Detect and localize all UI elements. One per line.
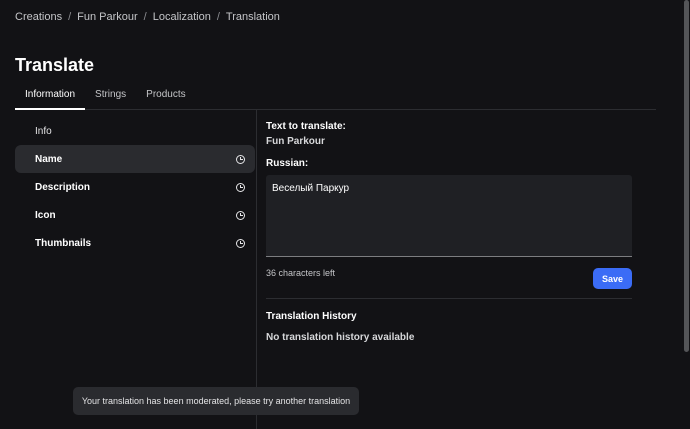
sidebar-item-label: Thumbnails: [35, 237, 92, 249]
sidebar-item-thumbnails[interactable]: Thumbnails: [15, 229, 255, 257]
breadcrumb-localization[interactable]: Localization: [153, 11, 211, 23]
breadcrumb: Creations / Fun Parkour / Localization /…: [15, 11, 280, 23]
save-button[interactable]: Save: [593, 268, 632, 289]
tab-strings[interactable]: Strings: [85, 84, 136, 110]
toast-message: Your translation has been moderated, ple…: [81, 396, 351, 406]
characters-left: 36 characters left: [266, 268, 336, 278]
sidebar-item-label: Description: [35, 181, 91, 193]
sidebar-item-icon[interactable]: Icon: [15, 201, 255, 229]
sidebar-item-description[interactable]: Description: [15, 173, 255, 201]
breadcrumb-separator: /: [216, 11, 220, 23]
sidebar-item-info[interactable]: Info: [15, 117, 255, 145]
breadcrumb-creations[interactable]: Creations: [15, 11, 62, 23]
clock-icon: [236, 154, 245, 164]
translation-input[interactable]: Веселый Паркур: [266, 175, 632, 257]
history-empty-message: No translation history available: [266, 332, 415, 343]
breadcrumb-translation: Translation: [225, 11, 280, 23]
sidebar-item-label: Info: [35, 125, 52, 137]
sidebar-item-label: Name: [35, 153, 63, 165]
input-footer: 36 characters left Save: [266, 268, 632, 289]
breadcrumb-separator: /: [143, 11, 147, 23]
translate-panel: Text to translate: Fun Parkour Russian: …: [266, 121, 632, 343]
sidebar: Info Name Description Icon Thumbnails: [15, 117, 255, 257]
panel-divider: [256, 110, 257, 429]
toast-notification: Your translation has been moderated, ple…: [73, 387, 359, 415]
breadcrumb-fun-parkour[interactable]: Fun Parkour: [77, 11, 138, 23]
source-value: Fun Parkour: [266, 136, 325, 147]
clock-icon: [236, 238, 245, 248]
source-label: Text to translate:: [266, 121, 346, 132]
breadcrumb-separator: /: [68, 11, 72, 23]
page-title: Translate: [15, 55, 95, 75]
target-language-label: Russian:: [266, 158, 309, 169]
history-title: Translation History: [266, 311, 357, 322]
clock-icon: [236, 210, 245, 220]
tab-products[interactable]: Products: [136, 84, 195, 110]
scrollbar[interactable]: [682, 0, 690, 429]
clock-icon: [236, 182, 245, 192]
section-divider: [266, 298, 632, 299]
sidebar-item-name[interactable]: Name: [15, 145, 255, 173]
tab-information[interactable]: Information: [15, 84, 86, 110]
scrollbar-thumb[interactable]: [684, 0, 689, 352]
tab-bar: Information Strings Products: [15, 84, 656, 110]
sidebar-item-label: Icon: [35, 209, 56, 221]
